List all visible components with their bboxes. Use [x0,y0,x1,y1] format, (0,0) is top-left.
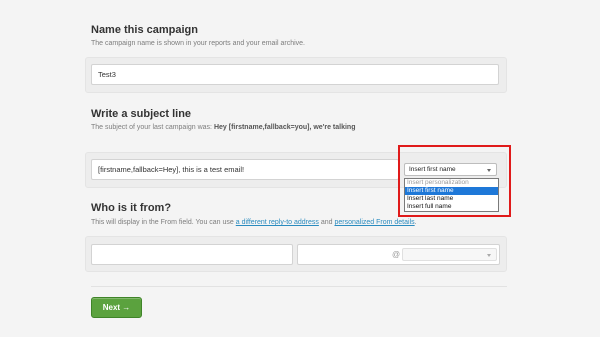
campaign-name-description: The campaign name is shown in your repor… [91,40,305,47]
subject-line-description: The subject of your last campaign was: H… [91,124,356,131]
divider [91,286,507,287]
from-desc-c: . [414,219,417,226]
from-name-input[interactable] [91,244,293,265]
domain-select[interactable] [402,248,497,261]
personalized-from-link[interactable]: personalized From details [334,219,414,226]
campaign-name-input[interactable]: Test3 [91,64,499,85]
subject-desc-prefix: The subject of your last campaign was: [91,124,213,131]
campaign-name-heading: Name this campaign [91,24,198,36]
subject-line-input[interactable]: [firstname,fallback=Hey], this is a test… [91,159,399,180]
highlight-box [398,145,511,217]
next-button[interactable]: Next → [91,297,142,318]
subject-line-heading: Write a subject line [91,108,192,120]
from-desc-a: This will display in the From field. You… [91,219,234,226]
chevron-down-icon [487,253,491,257]
at-symbol: @ [392,250,401,259]
from-description: This will display in the From field. You… [91,219,417,226]
last-subject: Hey [firstname,fallback=you], we're talk… [213,124,356,131]
reply-to-link[interactable]: a different reply-to address [236,219,319,226]
from-heading: Who is it from? [91,202,172,214]
from-desc-b: and [320,219,333,226]
